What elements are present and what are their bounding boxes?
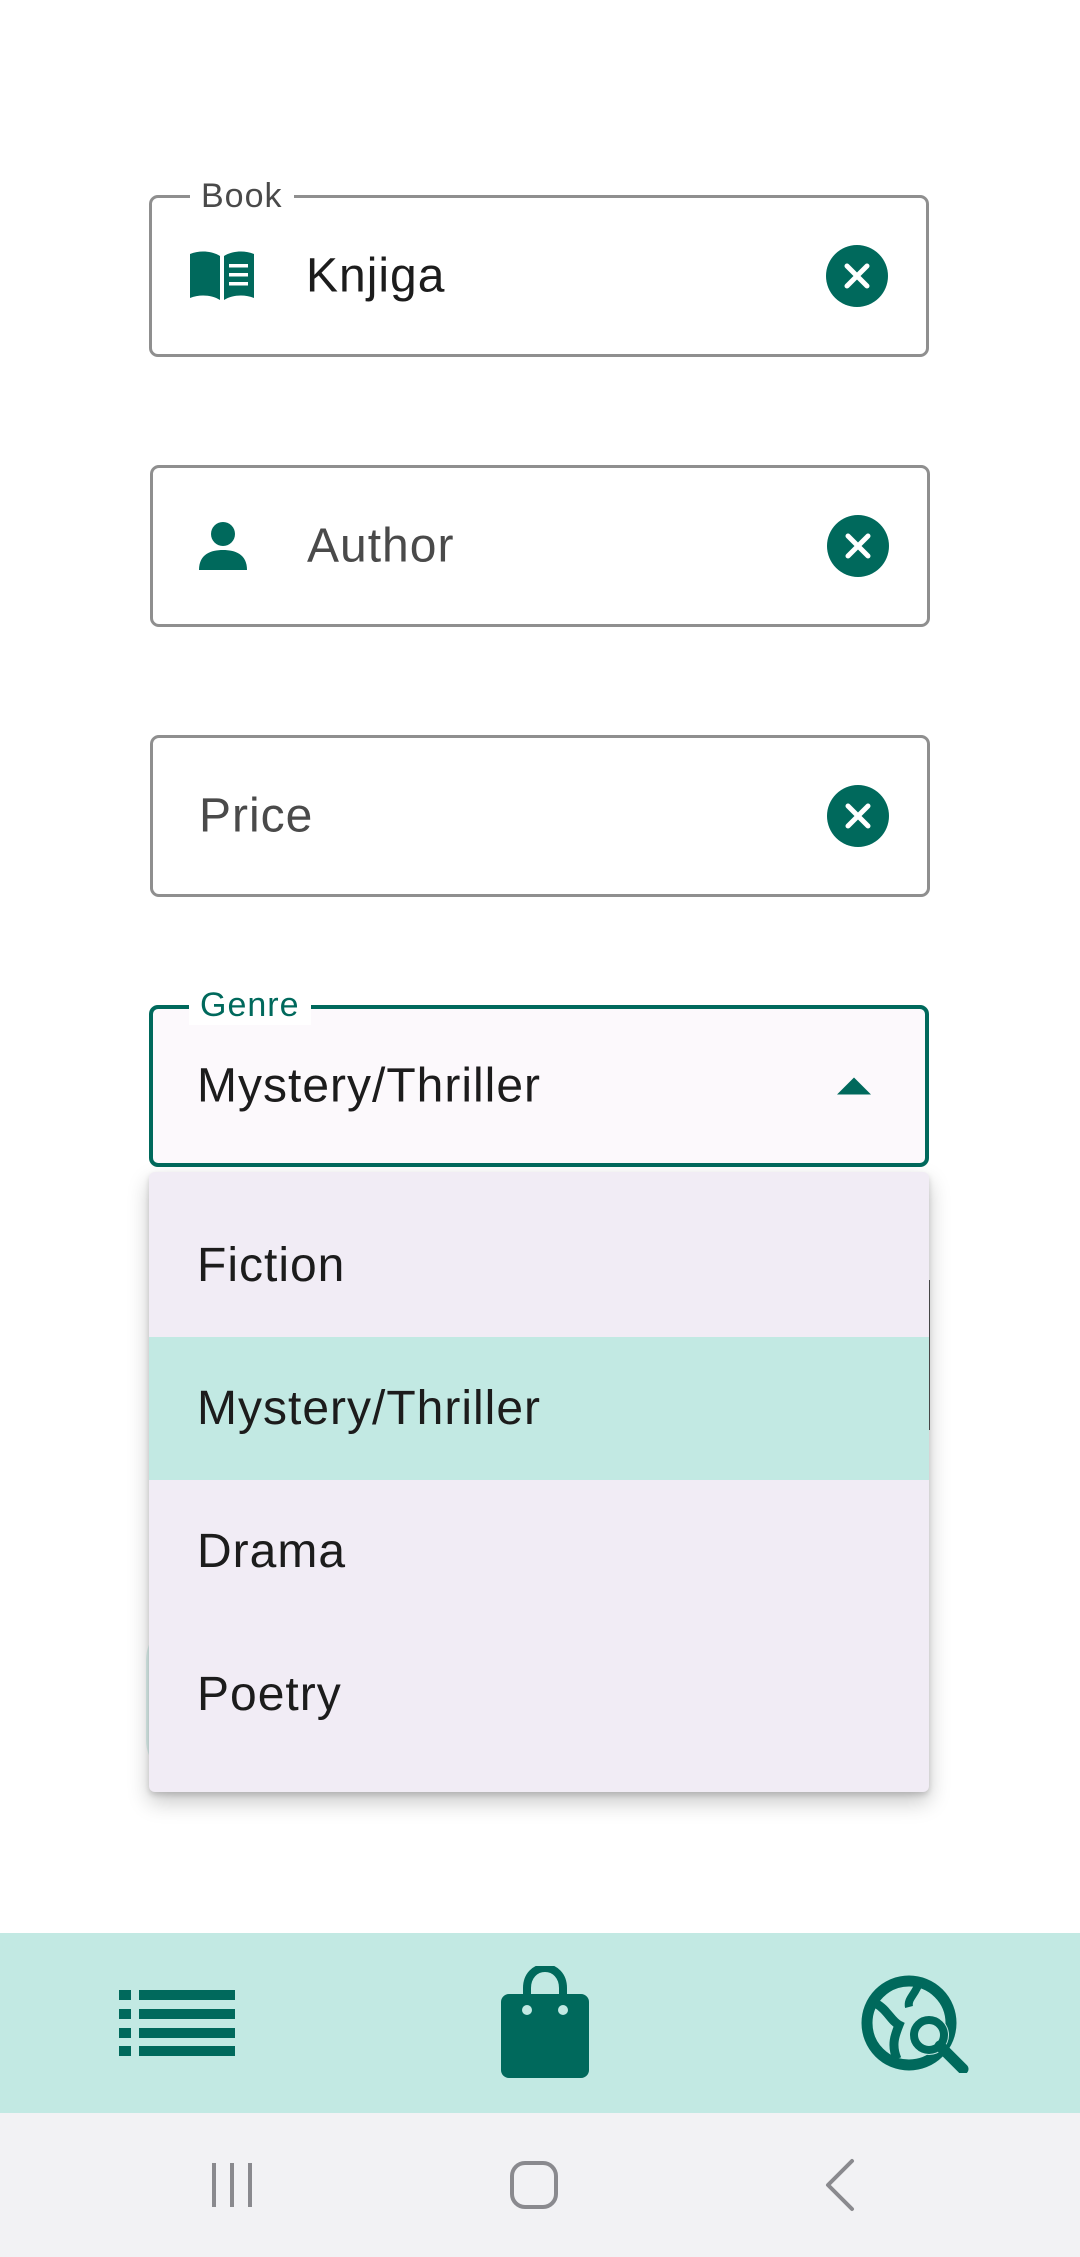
price-input[interactable]: Price xyxy=(199,789,313,844)
bottom-navigation xyxy=(0,1933,1080,2113)
screen: Book Knjiga Author Price Genre Mystery/T… xyxy=(0,0,1080,2257)
list-icon xyxy=(119,1990,235,2056)
close-icon xyxy=(845,803,871,829)
chevron-up-icon[interactable] xyxy=(837,1077,871,1095)
author-input[interactable]: Author xyxy=(307,519,454,574)
recent-apps-icon xyxy=(212,2163,252,2207)
book-field[interactable]: Book Knjiga xyxy=(149,176,929,357)
travel-explore-icon xyxy=(861,1975,969,2073)
nav-explore-button[interactable] xyxy=(796,1933,1036,2113)
book-field-value[interactable]: Knjiga xyxy=(306,249,445,304)
back-button[interactable] xyxy=(760,2113,920,2257)
genre-option-fiction[interactable]: Fiction xyxy=(149,1194,929,1337)
clear-book-button[interactable] xyxy=(826,245,888,307)
shopping-bag-icon xyxy=(501,1966,589,2078)
close-icon xyxy=(844,263,870,289)
home-button[interactable] xyxy=(454,2113,614,2257)
genre-dropdown[interactable]: Genre Mystery/Thriller xyxy=(149,985,929,1167)
genre-option-poetry[interactable]: Poetry xyxy=(149,1623,929,1766)
back-icon xyxy=(826,2159,854,2211)
person-icon xyxy=(187,510,259,582)
genre-option-drama[interactable]: Drama xyxy=(149,1480,929,1623)
genre-menu: Fiction Mystery/Thriller Drama Poetry xyxy=(149,1172,929,1792)
book-field-label: Book xyxy=(190,176,294,216)
genre-option-mystery-thriller[interactable]: Mystery/Thriller xyxy=(149,1337,929,1480)
recent-apps-button[interactable] xyxy=(152,2113,312,2257)
system-navigation-bar xyxy=(0,2113,1080,2257)
genre-field-label: Genre xyxy=(189,985,311,1025)
close-icon xyxy=(845,533,871,559)
genre-selected-value: Mystery/Thriller xyxy=(197,1059,542,1113)
clear-author-button[interactable] xyxy=(827,515,889,577)
price-field[interactable]: Price xyxy=(150,735,930,897)
author-field[interactable]: Author xyxy=(150,465,930,627)
home-icon xyxy=(510,2161,558,2209)
clear-price-button[interactable] xyxy=(827,785,889,847)
nav-list-button[interactable] xyxy=(57,1933,297,2113)
open-book-icon xyxy=(186,240,258,312)
nav-cart-button[interactable] xyxy=(425,1933,665,2113)
